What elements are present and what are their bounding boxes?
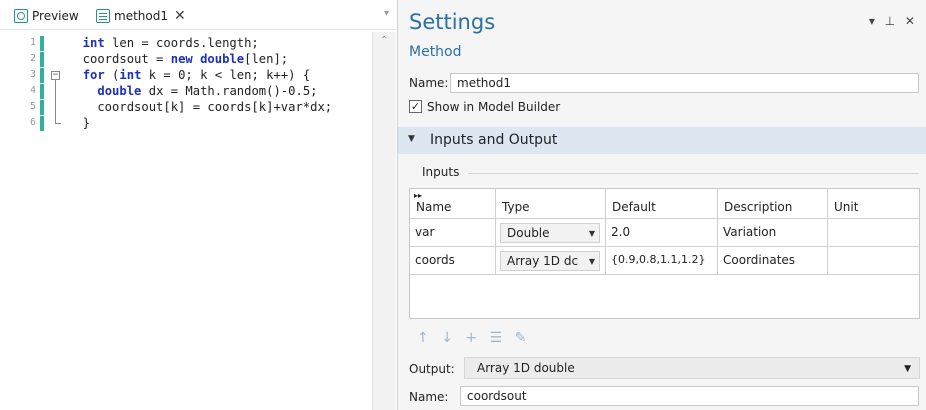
table-toolbar: ↑ ↓ + ☰ ✎ <box>417 330 534 346</box>
show-in-model-builder-checkbox[interactable]: ✓ <box>409 100 422 113</box>
settings-title: Settings <box>409 10 496 34</box>
line-number: 5 <box>29 101 36 112</box>
change-bar <box>40 68 44 83</box>
column-header-description[interactable]: Description <box>718 189 828 219</box>
close-icon[interactable]: ✕ <box>174 8 186 24</box>
cell-default[interactable]: 2.0 <box>606 219 718 247</box>
line-number: 3 <box>29 69 36 80</box>
cell-type: Double ▼ <box>496 219 606 247</box>
code-text: } <box>68 116 91 130</box>
editor-vertical-scrollbar[interactable]: ⌃ <box>372 32 396 410</box>
dropdown-arrow-icon: ▼ <box>904 364 911 374</box>
output-label: Output: <box>409 362 455 376</box>
method-editor-panel: Preview method1 ✕ ▾ 1 int len = coords.l… <box>0 0 396 410</box>
code-text: int len = coords.length; <box>68 36 259 50</box>
cell-name[interactable]: coords <box>410 247 496 275</box>
cell-unit[interactable] <box>828 219 919 247</box>
fold-guide <box>55 80 56 124</box>
move-down-icon[interactable]: ↓ <box>441 330 453 346</box>
cell-description[interactable]: Coordinates <box>718 247 828 275</box>
change-bar <box>40 36 44 51</box>
settings-subtitle: Method <box>409 44 462 60</box>
method-name-field[interactable]: method1 <box>450 73 919 93</box>
fold-guide-end <box>55 123 61 124</box>
column-header-default[interactable]: Default <box>606 189 718 219</box>
output-type-dropdown[interactable]: Array 1D double ▼ <box>464 357 920 379</box>
dropdown-arrow-icon: ▼ <box>588 257 595 266</box>
output-type-value: Array 1D double <box>477 361 575 375</box>
settings-panel: Settings Method ▾ ⊥ ✕ Name: method1 ✓ Sh… <box>397 0 926 410</box>
output-name-field[interactable]: coordsout <box>460 386 919 406</box>
scroll-up-icon[interactable]: ⌃ <box>380 35 388 46</box>
add-icon[interactable]: + <box>465 330 477 346</box>
inputs-group-title: Inputs <box>420 165 462 179</box>
type-dropdown-value: Array 1D dc <box>507 254 579 268</box>
change-bar <box>40 52 44 67</box>
inputs-output-section-header[interactable]: ▼ Inputs and Output <box>398 127 926 154</box>
type-dropdown[interactable]: Double ▼ <box>500 223 600 243</box>
preview-icon <box>14 9 28 23</box>
edit-icon[interactable]: ✎ <box>515 330 527 346</box>
type-dropdown[interactable]: Array 1D dc ▼ <box>500 251 600 271</box>
move-up-icon[interactable]: ↑ <box>417 330 429 346</box>
line-number: 1 <box>29 37 36 48</box>
expand-table-icon[interactable]: ▸▸ <box>414 191 422 200</box>
tab-preview-label: Preview <box>32 9 79 23</box>
code-text: coordsout = new double[len]; <box>68 52 289 66</box>
output-name-label: Name: <box>409 390 449 404</box>
inputs-group-divider <box>468 173 919 174</box>
column-header-name[interactable]: ▸▸ Name <box>410 189 496 219</box>
code-text: coordsout[k] = coords[k]+var*dx; <box>68 100 333 114</box>
code-line: 2 coordsout = new double[len]; <box>0 52 372 67</box>
panel-window-controls-icon[interactable]: ▾ ⊥ ✕ <box>869 14 918 28</box>
editor-tab-bar: Preview method1 ✕ ▾ <box>0 0 396 30</box>
tab-list-menu-icon[interactable]: ▾ <box>384 8 389 19</box>
change-bar <box>40 100 44 115</box>
column-header-type[interactable]: Type <box>496 189 606 219</box>
dropdown-arrow-icon: ▼ <box>588 229 595 238</box>
line-number: 4 <box>29 85 36 96</box>
column-header-unit[interactable]: Unit <box>828 189 919 219</box>
code-text: for (int k = 0; k < len; k++) { <box>82 68 311 82</box>
inputs-table: ▸▸ Name Type Default Description Unit va… <box>409 188 920 319</box>
line-number: 2 <box>29 53 36 64</box>
type-dropdown-value: Double <box>507 226 550 240</box>
name-label: Name: <box>409 76 449 90</box>
method-icon <box>96 9 110 23</box>
code-text: double dx = Math.random()-0.5; <box>97 84 318 98</box>
cell-type: Array 1D dc ▼ <box>496 247 606 275</box>
cell-unit[interactable] <box>828 247 919 275</box>
tab-preview[interactable]: Preview <box>14 4 79 28</box>
column-header-label: Name <box>416 200 452 214</box>
code-editor[interactable]: 1 int len = coords.length; 2 coordsout =… <box>0 32 372 410</box>
section-label: Inputs and Output <box>430 132 558 148</box>
change-bar <box>40 84 44 99</box>
collapse-arrow-icon: ▼ <box>408 134 415 144</box>
cell-description[interactable]: Variation <box>718 219 828 247</box>
cell-name[interactable]: var <box>410 219 496 247</box>
line-number: 6 <box>29 117 36 128</box>
tab-method1[interactable]: method1 ✕ <box>96 4 186 28</box>
cell-default[interactable]: {0.9,0.8,1.1,1.2} <box>606 247 718 275</box>
tab-method1-label: method1 <box>114 9 168 23</box>
delete-icon[interactable]: ☰ <box>490 330 503 346</box>
change-bar <box>40 116 44 131</box>
fold-toggle-icon[interactable]: − <box>51 71 60 80</box>
code-line: 1 int len = coords.length; <box>0 36 372 51</box>
show-in-model-builder-label: Show in Model Builder <box>427 100 561 114</box>
